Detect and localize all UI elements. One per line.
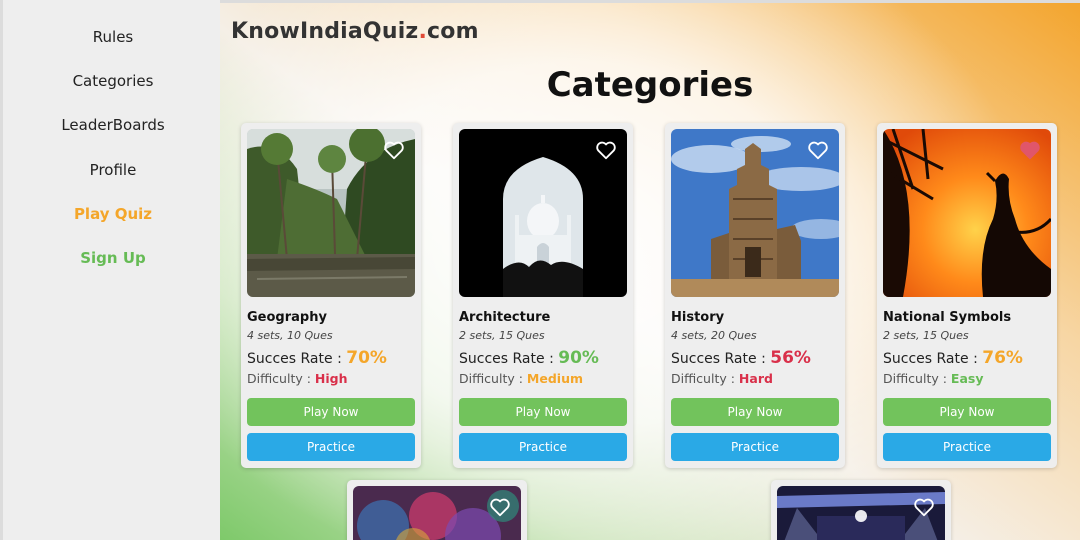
success-rate: Succes Rate : 90% [459, 348, 599, 368]
logo-dot: . [418, 19, 428, 44]
category-name: Architecture [459, 310, 551, 325]
sidebar-item-rules[interactable]: Rules [3, 28, 223, 46]
success-rate-value: 70% [346, 348, 387, 368]
heart-icon[interactable] [1019, 139, 1041, 161]
logo-tld: com [427, 19, 479, 44]
main-content: KnowIndiaQuiz.com Categories Geography 4… [220, 0, 1080, 540]
logo-text: KnowIndiaQuiz [231, 19, 419, 44]
category-image-history [671, 129, 839, 297]
difficulty-label: Difficulty : [459, 371, 523, 386]
sidebar-item-sign-up[interactable]: Sign Up [3, 249, 223, 267]
difficulty-value: Easy [950, 371, 984, 386]
practice-button[interactable]: Practice [247, 433, 415, 461]
category-card-architecture: Architecture 2 sets, 15 Ques Succes Rate… [453, 123, 633, 468]
category-name: National Symbols [883, 310, 1012, 325]
sidebar-item-leaderboards[interactable]: LeaderBoards [3, 116, 223, 134]
category-card-geography: Geography 4 sets, 10 Ques Succes Rate : … [241, 123, 421, 468]
heart-icon[interactable] [383, 139, 405, 161]
success-rate-value: 56% [770, 348, 811, 368]
category-image-national-symbols [883, 129, 1051, 297]
category-image-architecture [459, 129, 627, 297]
play-now-button[interactable]: Play Now [671, 398, 839, 426]
category-image-geography [247, 129, 415, 297]
category-name: History [671, 310, 725, 325]
site-logo[interactable]: KnowIndiaQuiz.com [231, 19, 479, 44]
success-rate: Succes Rate : 56% [671, 348, 811, 368]
category-card-partial-1 [347, 480, 527, 540]
difficulty-label: Difficulty : [671, 371, 735, 386]
sidebar-item-categories[interactable]: Categories [3, 72, 223, 90]
heart-icon[interactable] [595, 139, 617, 161]
difficulty: Difficulty : High [247, 371, 348, 386]
success-rate-label: Succes Rate : [883, 351, 978, 367]
page-title: Categories [546, 65, 754, 105]
difficulty-value: Hard [738, 371, 773, 386]
category-card-partial-2 [771, 480, 951, 540]
difficulty: Difficulty : Hard [671, 371, 773, 386]
difficulty-label: Difficulty : [247, 371, 311, 386]
practice-button[interactable]: Practice [671, 433, 839, 461]
category-image-festivals [353, 486, 521, 540]
category-meta: 4 sets, 10 Ques [247, 329, 333, 342]
sidebar-item-play-quiz[interactable]: Play Quiz [3, 205, 223, 223]
difficulty-value: High [314, 371, 348, 386]
success-rate-value: 90% [558, 348, 599, 368]
success-rate: Succes Rate : 70% [247, 348, 387, 368]
sidebar-item-profile[interactable]: Profile [3, 161, 223, 179]
success-rate-label: Succes Rate : [459, 351, 554, 367]
success-rate-label: Succes Rate : [671, 351, 766, 367]
category-meta: 2 sets, 15 Ques [459, 329, 545, 342]
practice-button[interactable]: Practice [459, 433, 627, 461]
category-name: Geography [247, 310, 327, 325]
category-card-history: History 4 sets, 20 Ques Succes Rate : 56… [665, 123, 845, 468]
heart-icon[interactable] [913, 496, 935, 518]
category-image-stage [777, 486, 945, 540]
difficulty-value: Medium [526, 371, 583, 386]
success-rate-label: Succes Rate : [247, 351, 342, 367]
category-meta: 2 sets, 15 Ques [883, 329, 969, 342]
category-meta: 4 sets, 20 Ques [671, 329, 757, 342]
play-now-button[interactable]: Play Now [459, 398, 627, 426]
play-now-button[interactable]: Play Now [883, 398, 1051, 426]
heart-icon[interactable] [489, 496, 511, 518]
success-rate-value: 76% [982, 348, 1023, 368]
play-now-button[interactable]: Play Now [247, 398, 415, 426]
category-card-national-symbols: National Symbols 2 sets, 15 Ques Succes … [877, 123, 1057, 468]
sidebar: Rules Categories LeaderBoards Profile Pl… [0, 0, 220, 540]
heart-icon[interactable] [807, 139, 829, 161]
difficulty: Difficulty : Medium [459, 371, 583, 386]
success-rate: Succes Rate : 76% [883, 348, 1023, 368]
difficulty-label: Difficulty : [883, 371, 947, 386]
practice-button[interactable]: Practice [883, 433, 1051, 461]
difficulty: Difficulty : Easy [883, 371, 983, 386]
